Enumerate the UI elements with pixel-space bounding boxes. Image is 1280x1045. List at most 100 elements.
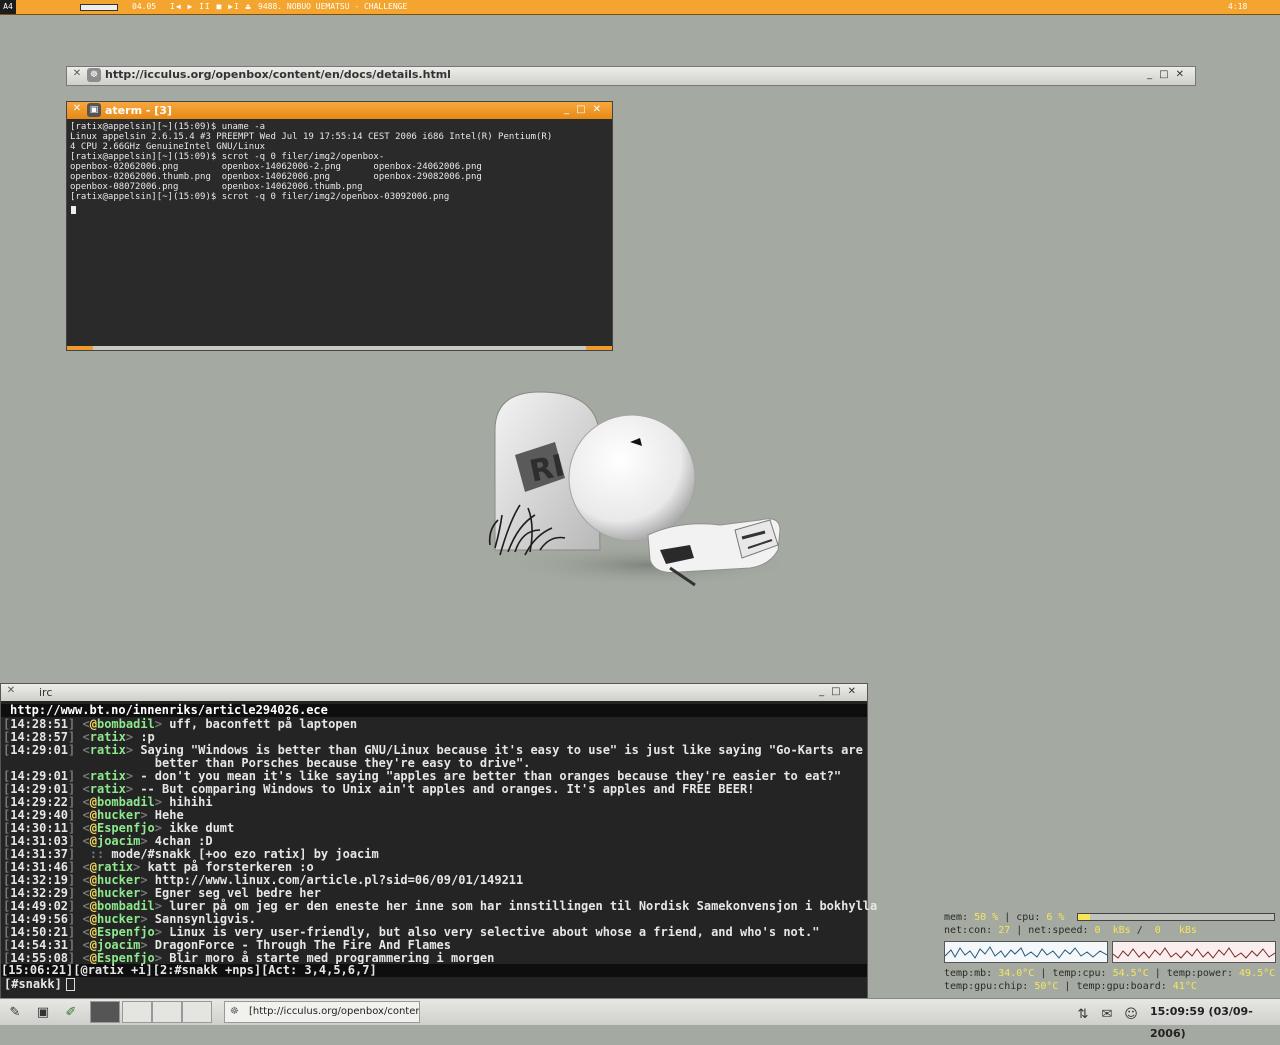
minimize-icon[interactable]: _ [1147, 69, 1159, 80]
cpu-bar [1077, 913, 1275, 921]
message-text: http://www.linux.com/article.pl?sid=06/0… [154, 873, 524, 887]
message-text: Egner seg vel bedre her [154, 886, 321, 900]
terminal-output[interactable]: [ratix@appelsin][~](15:09)$ uname -a Lin… [70, 122, 552, 202]
window-buttons[interactable]: _□✕ [819, 686, 863, 697]
message-time: 14:28:51 [10, 717, 69, 731]
desktop-2[interactable] [122, 1001, 152, 1023]
temp-mb: 34.0°C [998, 968, 1035, 979]
message-text: hihihi [169, 795, 213, 809]
message-nick: hucker [96, 912, 141, 926]
temp-power: 49.5°C [1239, 968, 1276, 979]
close-icon[interactable]: ✕ [71, 103, 83, 115]
message-time: 14:31:37 [10, 847, 69, 861]
message-nick: hucker [96, 873, 141, 887]
maximize-icon[interactable]: □ [831, 686, 847, 697]
message-time: 14:32:19 [10, 873, 69, 887]
message-text: lurer på om jeg er den eneste her inne s… [169, 899, 878, 913]
minimize-icon[interactable]: _ [564, 104, 576, 115]
message-nick: hucker [96, 886, 141, 900]
terminal-window[interactable]: ✕ ▣ aterm - [3] _□✕ [ratix@appelsin][~](… [66, 101, 613, 351]
mem-cpu-row: mem: 50 % | cpu: 6 % [944, 912, 1065, 923]
message-nick: joacim [96, 938, 141, 952]
message-op: @ [89, 717, 97, 731]
menu-button[interactable]: A4 [0, 0, 16, 14]
user-tray-icon[interactable]: ☺ [1120, 1003, 1142, 1025]
close-icon[interactable]: ✕ [5, 685, 17, 697]
clock: 15:09:59 (03/09-2006) [1150, 1005, 1253, 1040]
desktop-4[interactable] [182, 1001, 212, 1023]
irc-input-prompt: [#snakk] [4, 977, 62, 991]
player-controls[interactable]: I◀ ▶ II ■ ▶I ⏏ [170, 0, 251, 14]
message-text: better than Porsches because they're eas… [154, 756, 531, 770]
message-time: 14:31:46 [10, 860, 69, 874]
message-nick: ratix [89, 730, 126, 744]
message-op: @ [89, 886, 97, 900]
temp-row-1: temp:mb: 34.0°C | temp:cpu: 54.5°C | tem… [944, 968, 1276, 979]
terminal-icon: ▣ [87, 103, 101, 117]
net-graph-down [944, 941, 1108, 963]
track-elapsed: 04.05 [132, 2, 157, 11]
net-con-value: 27 [998, 925, 1011, 936]
irc-titlebar[interactable]: ✕ irc _□✕ [1, 684, 867, 701]
message-op: @ [89, 899, 97, 913]
message-op: @ [89, 821, 97, 835]
window-buttons[interactable]: _□✕ [1147, 69, 1191, 80]
terminal-titlebar[interactable]: ✕ ▣ aterm - [3] _□✕ [67, 102, 612, 119]
irc-input-cursor [65, 978, 75, 991]
maximize-icon[interactable]: □ [576, 104, 592, 115]
desktop-1[interactable] [90, 1001, 120, 1023]
volume-slider[interactable] [80, 4, 118, 11]
message-text: Hehe [154, 808, 184, 822]
terminal-scrollbar[interactable] [67, 346, 612, 350]
net-out-value: 0 [1154, 925, 1161, 936]
message-nick: ratix [89, 782, 126, 796]
desktop-3[interactable] [152, 1001, 182, 1023]
close-icon[interactable]: ✕ [71, 68, 83, 80]
close-icon[interactable]: ✕ [1176, 69, 1191, 80]
message-time: 14:32:29 [10, 886, 69, 900]
message-op: @ [89, 873, 97, 887]
window-buttons[interactable]: _□✕ [564, 104, 608, 115]
message-time: 14:29:40 [10, 808, 69, 822]
message-time: 14:49:02 [10, 899, 69, 913]
terminal-cursor [71, 206, 76, 214]
terminal-launcher-icon[interactable]: ▣ [32, 1001, 54, 1023]
message-nick: bombadil [96, 795, 155, 809]
temp-row-2: temp:gpu:chip: 50°C | temp:gpu:board: 41… [944, 981, 1197, 992]
irc-input[interactable]: [#snakk] [4, 978, 75, 991]
close-icon[interactable]: ✕ [593, 104, 608, 115]
cpu-value: 6 % [1046, 912, 1065, 923]
message-op: @ [89, 860, 97, 874]
network-tray-icon[interactable]: ⇅ [1072, 1003, 1094, 1025]
launcher-icon[interactable]: ✎ [4, 1001, 26, 1023]
message-time: 14:54:31 [10, 938, 69, 952]
minimize-icon[interactable]: _ [819, 686, 831, 697]
taskbar: ✎ ▣ ✐ ☸ [http://icculus.org/openbox/cont… [0, 998, 1280, 1040]
system-monitor: mem: 50 % | cpu: 6 % net:con: 27 | net:s… [944, 910, 1280, 996]
message-nick: bombadil [96, 717, 155, 731]
track-title: 9488. NOBUO UEMATSU - CHALLENGE [258, 2, 408, 11]
browser-task-icon: ☸ [230, 1006, 239, 1017]
net-row: net:con: 27 | net:speed: 0 kBs / 0 kBs [944, 925, 1197, 936]
mem-value: 50 % [974, 912, 999, 923]
message-time: 14:50:21 [10, 925, 69, 939]
irc-message-list: [14:28:51] <@bombadil> uff, baconfett på… [3, 717, 877, 965]
maximize-icon[interactable]: □ [1159, 69, 1175, 80]
irc-window[interactable]: ✕ irc _□✕ http://www.bt.no/innenriks/art… [0, 683, 877, 999]
message-time: 14:31:03 [10, 834, 69, 848]
close-icon[interactable]: ✕ [848, 686, 863, 697]
system-tray: ⇅ ✉ ☺ [1070, 1001, 1146, 1023]
messenger-tray-icon[interactable]: ✉ [1096, 1003, 1118, 1025]
message-text: Sannsynligvis. [154, 912, 256, 926]
track-remaining: 4:18 [1228, 2, 1248, 11]
message-text: mode/#snakk [+oo ezo ratix] by joacim [111, 847, 379, 861]
message-nick: joacim [96, 834, 141, 848]
browser-window[interactable]: ✕ ☸ http://icculus.org/openbox/content/e… [66, 66, 1196, 86]
message-text: - don't you mean it's like saying "apple… [140, 769, 842, 783]
task-browser[interactable]: ☸ [http://icculus.org/openbox/content/ [224, 1001, 420, 1023]
browser-icon: ☸ [87, 68, 101, 82]
message-nick: Espenfjo [96, 925, 155, 939]
irc-title: irc [39, 686, 53, 699]
task-browser-label: [http://icculus.org/openbox/content/ [249, 1006, 420, 1017]
editor-launcher-icon[interactable]: ✐ [60, 1001, 82, 1023]
